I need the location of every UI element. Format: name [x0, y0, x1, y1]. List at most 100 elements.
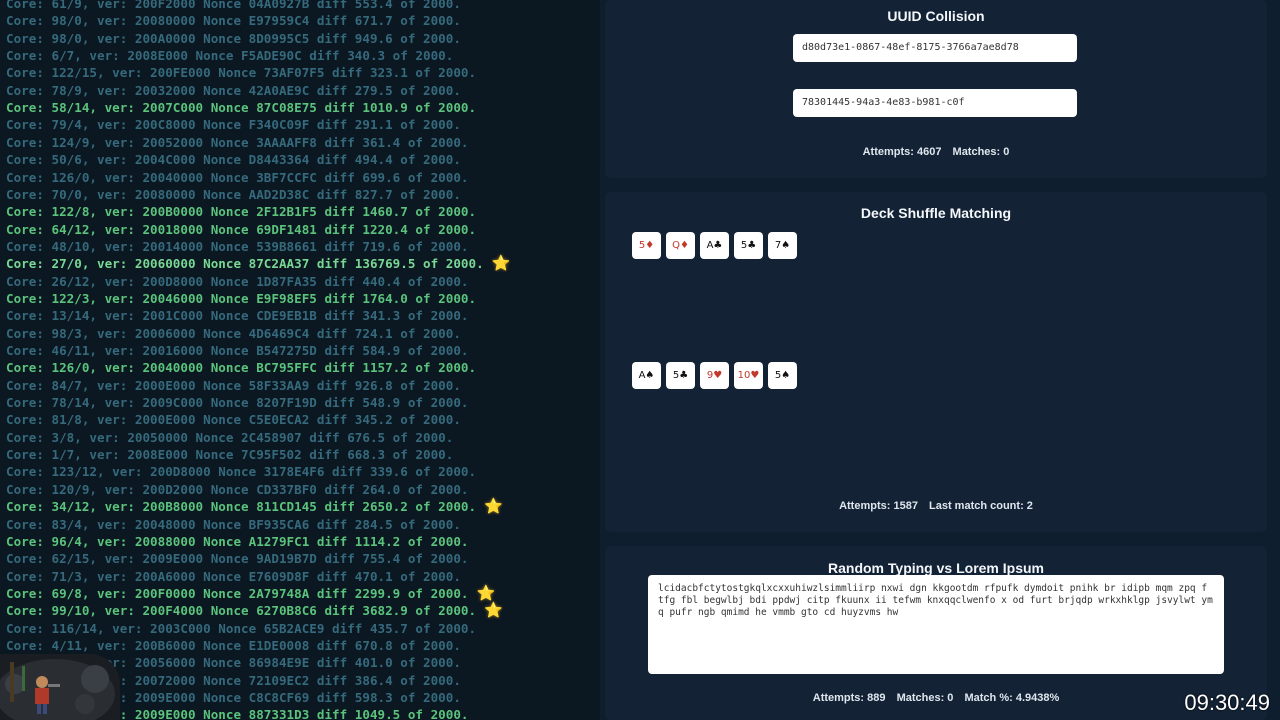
console-line-text: Core: 84/7, ver: 2000E000 Nonce 58F33AA9… — [6, 377, 461, 393]
console-line-text: Core: 6/7, ver: 2008E000 Nonce F5ADE90C … — [6, 48, 454, 64]
console-line-text: Core: 70/0, ver: 20080000 Nonce AAD2D38C… — [6, 186, 461, 202]
uuid-field-2[interactable]: 78301445-94a3-4e83-b981-c0f — [793, 89, 1077, 117]
deck-title: Deck Shuffle Matching — [860, 205, 1012, 221]
console-line: Core: 78/14, ver: 2009C000 Nonce 8207F19… — [6, 394, 596, 411]
playing-card: 9♥ — [700, 362, 729, 389]
uuid-field-1[interactable]: d80d73e1-0867-48ef-8175-3766a7ae8d78 — [793, 34, 1077, 62]
console-line: Core: 64/12, ver: 20018000 Nonce 69DF148… — [6, 221, 596, 238]
console-line: Core: 96/4, ver: 20088000 Nonce A1279FC1… — [6, 533, 596, 550]
console-line: Core: 124/9, ver: 20052000 Nonce 3AAAAFF… — [6, 134, 596, 151]
console-line: Core: 71/3, ver: 200A6000 Nonce E7609D8F… — [6, 568, 596, 585]
console-line-text: Core: 116/14, ver: 2003C000 Nonce 65B2AC… — [6, 620, 477, 636]
console-line: Core: 13/14, ver: 2001C000 Nonce CDE9EB1… — [6, 307, 596, 324]
console-line: Core: 3/8, ver: 20050000 Nonce 2C458907 … — [6, 429, 596, 446]
console-line: Core: 34/12, ver: 200B8000 Nonce 811CD14… — [6, 498, 596, 515]
console-line: Core: 122/15, ver: 200FE000 Nonce 73AF07… — [6, 64, 596, 81]
console-line: Core: 70/0, ver: 20080000 Nonce AAD2D38C… — [6, 186, 596, 203]
console-line: Core: 6/7, ver: 2008E000 Nonce F5ADE90C … — [6, 47, 596, 64]
playing-card: Q♦ — [666, 232, 695, 259]
console-line-text: Core: 123/12, ver: 200D8000 Nonce 3178E4… — [6, 464, 477, 480]
console-line: Core: 81/8, ver: 2000E000 Nonce C5E0ECA2… — [6, 411, 596, 428]
console-line-text: Core: 79/4, ver: 200C8000 Nonce F340C09F… — [6, 117, 461, 133]
console-line-text: Core: 48/10, ver: 20014000 Nonce 539B866… — [6, 238, 469, 254]
uuid-collision-panel: UUID Collision d80d73e1-0867-48ef-8175-3… — [605, 0, 1267, 178]
console-line: Core: 99/10, ver: 200F4000 Nonce 6270B8C… — [6, 602, 596, 619]
console-line-text: Core: 126/0, ver: 20040000 Nonce BC795FF… — [6, 360, 477, 376]
uuid-stats: Attempts: 4607 Matches: 0 — [605, 146, 1267, 158]
console-line: Core: 78/9, ver: 20032000 Nonce 42A0AE9C… — [6, 82, 596, 99]
uuid-attempts: Attempts: 4607 — [862, 146, 942, 158]
typing-textbox[interactable]: lcidacbfctytostgkqlxcxxuhiwzlsimmliirp n… — [648, 575, 1224, 674]
console-line-text: Core: 122/8, ver: 200B0000 Nonce 2F12B1F… — [6, 204, 477, 220]
random-typing-panel: Random Typing vs Lorem Ipsum lcidacbfcty… — [605, 546, 1267, 720]
console-line-text: Core: 46/11, ver: 20016000 Nonce B547275… — [6, 343, 469, 358]
console-line-text: Core: 120/9, ver: 200D2000 Nonce CD337BF… — [6, 481, 469, 497]
typing-title: Random Typing vs Lorem Ipsum — [828, 560, 1044, 576]
console-line-text: Core: 98/3, ver: 20006000 Nonce 4D6469C4… — [6, 325, 461, 341]
console-line: Core: 46/11, ver: 20016000 Nonce B547275… — [6, 342, 596, 359]
console-line-text: Core: 34/12, ver: 200B8000 Nonce 811CD14… — [6, 499, 477, 515]
console-line-text: Core: 78/9, ver: 20032000 Nonce 42A0AE9C… — [6, 82, 461, 98]
console-line-text: Core: 69/8, ver: 200F0000 Nonce 2A79748A… — [6, 585, 469, 601]
console-line: Core: 4/11, ver: 200B6000 Nonce E1DE0008… — [6, 637, 596, 654]
console-line: Core: 122/8, ver: 200B0000 Nonce 2F12B1F… — [6, 203, 596, 220]
playing-card: 7♠ — [768, 232, 797, 259]
console-line: Core: 69/8, ver: 200F0000 Nonce 2A79748A… — [6, 583, 596, 602]
console-line-text: Core: 122/3, ver: 20046000 Nonce E9F98EF… — [6, 290, 477, 306]
console-line: Core: 61/9, ver: 200F2000 Nonce 04A0927B… — [6, 0, 596, 12]
console-line-text: Core: 98/0, ver: 20080000 Nonce E97959C4… — [6, 13, 461, 29]
playing-card: 5♣ — [666, 362, 695, 389]
playing-card: 5♦ — [632, 232, 661, 259]
console-line-text: Core: 13/14, ver: 2001C000 Nonce CDE9EB1… — [6, 308, 469, 324]
console-line: Core: 126/0, ver: 20040000 Nonce BC795FF… — [6, 359, 596, 376]
deck-attempts: Attempts: 1587 — [839, 500, 918, 512]
console-line: Core: 126/0, ver: 20040000 Nonce 3BF7CCF… — [6, 169, 596, 186]
console-line-text: Core: 126/0, ver: 20040000 Nonce 3BF7CCF… — [6, 169, 469, 185]
console-line-text: Core: 50/6, ver: 2004C000 Nonce D8443364… — [6, 152, 461, 168]
console-line: Core: 79/4, ver: 200C8000 Nonce F340C09F… — [6, 116, 596, 133]
console-line-text: Core: 83/4, ver: 20048000 Nonce BF935CA6… — [6, 516, 461, 532]
console-line-text: Core: 98/0, ver: 200A0000 Nonce 8D0995C5… — [6, 30, 461, 46]
console-line-text: Core: 58/14, ver: 2007C000 Nonce 87C08E7… — [6, 100, 477, 116]
playing-card: A♠ — [632, 362, 661, 389]
console-line: Core: 1/7, ver: 2008E000 Nonce 7C95F502 … — [6, 446, 596, 463]
console-line-text: Core: 64/12, ver: 20018000 Nonce 69DF148… — [6, 221, 477, 237]
console-line-text: Core: 61/9, ver: 200F2000 Nonce 04A0927B… — [6, 0, 461, 11]
star-icon: ⭐ — [484, 497, 503, 516]
console-line-text: Core: 99/10, ver: 200F4000 Nonce 6270B8C… — [6, 603, 477, 619]
console-line-text: Core: 81/8, ver: 2000E000 Nonce C5E0ECA2… — [6, 412, 461, 428]
console-line-text: Core: 26/12, ver: 200D8000 Nonce 1D87FA3… — [6, 273, 469, 289]
console-line: Core: 116/14, ver: 2003C000 Nonce 65B2AC… — [6, 620, 596, 637]
console-line: Core: 83/4, ver: 20048000 Nonce BF935CA6… — [6, 516, 596, 533]
typing-attempts: Attempts: 889 — [812, 692, 886, 704]
console-line-text: Core: 78/14, ver: 2009C000 Nonce 8207F19… — [6, 395, 469, 411]
miner-console-log[interactable]: Core: 61/9, ver: 200F2000 Nonce 04A0927B… — [0, 0, 601, 720]
console-line-text: Core: 1/7, ver: 2008E000 Nonce 7C95F502 … — [6, 447, 454, 463]
console-line-text: Core: 4/11, ver: 200B6000 Nonce E1DE0008… — [6, 637, 461, 653]
typing-stats: Attempts: 889 Matches: 0 Match %: 4.9438… — [605, 692, 1267, 704]
console-line-text: Core: 122/15, ver: 200FE000 Nonce 73AF07… — [6, 65, 477, 81]
streamer-avatar — [0, 654, 120, 720]
playing-card: 5♠ — [768, 362, 797, 389]
console-line-text: Core: 71/3, ver: 200A6000 Nonce E7609D8F… — [6, 568, 461, 584]
console-line-text: Core: 27/0, ver: 20060000 Nonce 87C2AA37… — [6, 256, 484, 272]
deck-stats: Attempts: 1587 Last match count: 2 — [605, 500, 1267, 512]
uuid-title: UUID Collision — [887, 8, 985, 24]
playing-card: 5♣ — [734, 232, 763, 259]
console-line: Core: 98/0, ver: 200A0000 Nonce 8D0995C5… — [6, 30, 596, 47]
star-icon: ⭐ — [484, 601, 503, 620]
playing-card: 10♥ — [734, 362, 763, 389]
console-line-text: Core: 3/8, ver: 20050000 Nonce 2C458907 … — [6, 429, 454, 445]
console-line: Core: 50/6, ver: 2004C000 Nonce D8443364… — [6, 151, 596, 168]
console-line: Core: 26/12, ver: 200D8000 Nonce 1D87FA3… — [6, 273, 596, 290]
console-line: Core: 62/15, ver: 2009E000 Nonce 9AD19B7… — [6, 550, 596, 567]
console-line: Core: 123/12, ver: 200D8000 Nonce 3178E4… — [6, 463, 596, 480]
console-line: Core: 120/9, ver: 200D2000 Nonce CD337BF… — [6, 481, 596, 498]
star-icon: ⭐ — [476, 583, 496, 602]
deck-last-match: Last match count: 2 — [929, 500, 1033, 512]
console-line-text: Core: 96/4, ver: 20088000 Nonce A1279FC1… — [6, 533, 469, 549]
console-line: Core: 58/14, ver: 2007C000 Nonce 87C08E7… — [6, 99, 596, 116]
star-icon: ⭐ — [491, 254, 511, 273]
console-line: Core: 98/0, ver: 20080000 Nonce E97959C4… — [6, 12, 596, 29]
stream-clock: 09:30:49 — [1184, 690, 1270, 715]
